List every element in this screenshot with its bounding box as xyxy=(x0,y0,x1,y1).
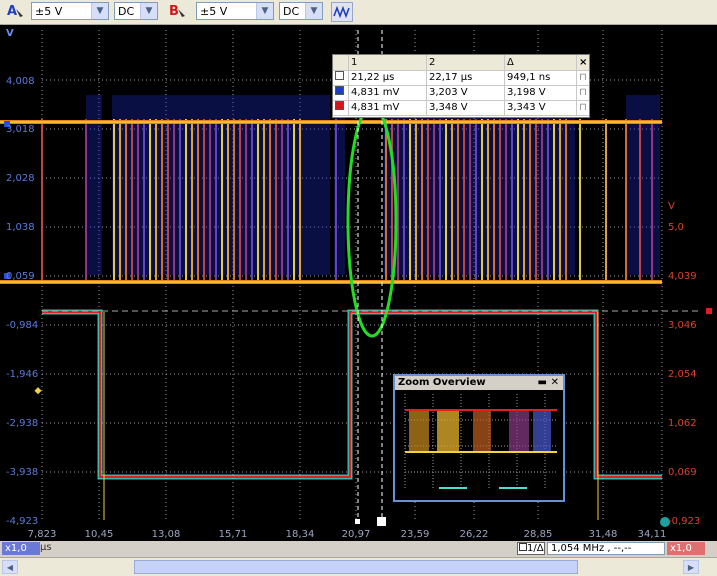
y-tick-a: -2,938 xyxy=(6,418,39,429)
header-cell: 2 xyxy=(427,55,505,70)
y-tick-a: -0,984 xyxy=(6,320,39,331)
y-tick-a: 2,028 xyxy=(6,173,35,184)
x-tick: 31,48 xyxy=(588,529,618,540)
table-row: 4,831 mV 3,203 V 3,198 V ⊓ xyxy=(333,85,589,101)
chevron-down-icon[interactable]: ▼ xyxy=(91,3,108,19)
delta-value: 3,198 V xyxy=(505,85,577,100)
x-tick: 26,22 xyxy=(459,529,489,540)
cursor-1-handle xyxy=(355,519,360,524)
y-tick-a: 4,008 xyxy=(6,76,35,87)
status-bar: x1,0 µs 1/Δ 1,054 MHz , --,-- x1,0 xyxy=(0,541,717,557)
y-tick-a: -3,938 xyxy=(6,467,39,478)
waveform-icon xyxy=(333,5,350,19)
y-tick-b: -0,923 xyxy=(668,516,701,527)
channel-a-range-value: ±5 V xyxy=(35,5,63,18)
channel-b-probe-button[interactable]: B xyxy=(166,3,188,21)
y-tick-b: 3,046 xyxy=(668,320,697,331)
scroll-right-button[interactable]: ▶ xyxy=(683,560,699,574)
trigger-marker xyxy=(34,387,42,395)
y-tick-a: -4,923 xyxy=(6,516,39,527)
zoom-overview-titlebar[interactable]: Zoom Overview ▬ ✕ xyxy=(395,376,563,390)
rule-label: 1/Δ xyxy=(527,543,544,554)
cursor-1-value: 4,831 mV xyxy=(349,100,427,115)
table-row: 4,831 mV 3,348 V 3,343 V ⊓ xyxy=(333,100,589,116)
channel-a-probe-button[interactable]: A xyxy=(4,3,26,21)
row-swatch-cell xyxy=(333,85,349,100)
x-tick: 13,08 xyxy=(151,529,181,540)
zoom-overview-thumbnail xyxy=(404,394,557,490)
rule-mode-button[interactable]: 1/Δ xyxy=(517,542,545,555)
cursor-1-value: 21,22 µs xyxy=(349,70,427,85)
header-cell: Δ xyxy=(505,55,577,70)
channel-b-coupling-value: DC xyxy=(283,5,300,18)
cursor-measurement-table[interactable]: 1 2 Δ × 21,22 µs 22,17 µs 949,1 ns ⊓ 4,8… xyxy=(332,54,590,118)
y-tick-a: 3,018 xyxy=(6,124,35,135)
lock-icon[interactable]: ⊓ xyxy=(577,85,589,100)
y-tick-b: 5,0 xyxy=(668,222,684,233)
probe-icon xyxy=(178,9,185,17)
scope-display[interactable]: V 4,008 3,018 2,028 1,038 0,059 -0,984 -… xyxy=(0,25,717,541)
x-tick: 15,71 xyxy=(218,529,248,540)
delta-value: 3,343 V xyxy=(505,100,577,115)
y-axis-a-unit: V xyxy=(6,28,14,39)
cursor-1-value: 4,831 mV xyxy=(349,85,427,100)
header-cell: 1 xyxy=(349,55,427,70)
x-tick: 7,823 xyxy=(27,529,57,540)
cursor-table-header: 1 2 Δ × xyxy=(333,55,589,71)
waveform-options-button[interactable] xyxy=(331,2,353,22)
channel-b-range-value: ±5 V xyxy=(200,5,228,18)
chevron-down-icon[interactable]: ▼ xyxy=(305,3,322,19)
header-cell xyxy=(333,55,349,70)
channel-a-coupling-select[interactable]: DC ▼ xyxy=(114,2,158,20)
chevron-down-icon[interactable]: ▼ xyxy=(256,3,273,19)
frequency-readout: 1,054 MHz , --,-- xyxy=(547,542,665,555)
y-tick-b: 4,039 xyxy=(668,271,697,282)
y-tick-a: 0,059 xyxy=(6,271,35,282)
scrollbar-thumb[interactable] xyxy=(134,560,578,574)
cursor-2-value: 3,203 V xyxy=(427,85,505,100)
time-unit-label: µs xyxy=(40,542,52,553)
channel-a-scale-badge[interactable]: x1,0 xyxy=(2,542,40,555)
channel-b-coupling-select[interactable]: DC ▼ xyxy=(279,2,323,20)
row-swatch-cell xyxy=(333,100,349,115)
row-swatch-cell xyxy=(333,70,349,85)
x-tick: 10,45 xyxy=(84,529,114,540)
x-tick: 18,34 xyxy=(285,529,315,540)
channel-b-range-select[interactable]: ±5 V ▼ xyxy=(196,2,274,20)
cursor-2-value: 3,348 V xyxy=(427,100,505,115)
close-icon[interactable]: ✕ xyxy=(551,376,559,390)
minimize-icon[interactable]: ▬ xyxy=(538,376,547,390)
delta-value: 949,1 ns xyxy=(505,70,577,85)
channel-a-range-select[interactable]: ±5 V ▼ xyxy=(31,2,109,20)
probe-icon xyxy=(16,9,23,17)
x-tick: 28,85 xyxy=(523,529,553,540)
y-axis-b-unit: V xyxy=(668,201,675,212)
channel-b-scale-badge[interactable]: x1,0 xyxy=(667,542,705,555)
close-icon[interactable]: × xyxy=(577,55,589,70)
table-row: 21,22 µs 22,17 µs 949,1 ns ⊓ xyxy=(333,70,589,86)
scroll-left-button[interactable]: ◀ xyxy=(2,560,18,574)
cursor-2-value: 22,17 µs xyxy=(427,70,505,85)
y-tick-b: 2,054 xyxy=(668,369,697,380)
x-tick: 34,11 xyxy=(637,529,667,540)
lock-icon[interactable]: ⊓ xyxy=(577,70,589,85)
horizontal-scrollbar[interactable]: ◀ ▶ xyxy=(0,557,717,576)
zoom-overview-title: Zoom Overview xyxy=(398,377,486,388)
chevron-down-icon[interactable]: ▼ xyxy=(140,3,157,19)
y-tick-a: 1,038 xyxy=(6,222,35,233)
channel-b-offset-marker xyxy=(706,308,712,314)
lock-icon[interactable]: ⊓ xyxy=(577,100,589,115)
y-tick-b: 0,069 xyxy=(668,467,697,478)
zoom-overview-window[interactable]: Zoom Overview ▬ ✕ xyxy=(393,374,565,502)
x-tick: 23,59 xyxy=(400,529,430,540)
y-tick-a: -1,946 xyxy=(6,369,39,380)
y-tick-b: 1,062 xyxy=(668,418,697,429)
channel-a-coupling-value: DC xyxy=(118,5,135,18)
cursor-2-handle xyxy=(377,517,386,526)
scope-toolbar: A ±5 V ▼ DC ▼ B ±5 V ▼ DC ▼ xyxy=(0,0,717,25)
x-tick: 20,97 xyxy=(341,529,371,540)
